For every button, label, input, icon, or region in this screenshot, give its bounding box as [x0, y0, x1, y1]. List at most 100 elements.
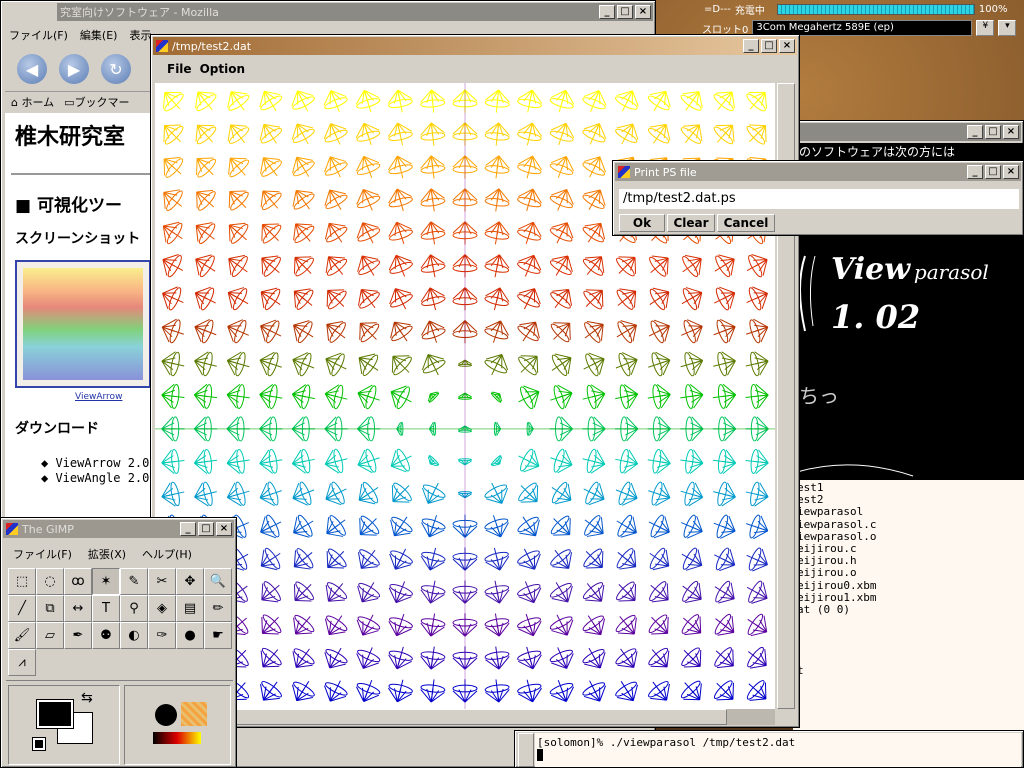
- fuzzy-select-tool[interactable]: ✶: [92, 568, 120, 595]
- terminal-area[interactable]: [solomon]% ./viewparasol /tmp/test2.dat: [535, 733, 1021, 767]
- parasol-glyph: [517, 548, 541, 570]
- parasol-glyph: [291, 448, 315, 474]
- gimp-menu-file[interactable]: ファイル(F): [13, 546, 72, 562]
- scissors-tool[interactable]: ✂: [148, 568, 176, 595]
- crop-icon: ╱: [18, 601, 26, 616]
- clear-button[interactable]: Clear: [667, 214, 715, 232]
- maximize-button[interactable]: □: [617, 5, 633, 19]
- gradient-preview[interactable]: [153, 732, 201, 744]
- default-colors-icon[interactable]: [32, 737, 46, 751]
- brush-pattern-area[interactable]: [124, 685, 231, 765]
- ellipse-select-tool[interactable]: ◌: [36, 568, 64, 595]
- horizontal-scrollbar[interactable]: [155, 709, 775, 725]
- convolve-tool[interactable]: ◐: [120, 622, 148, 649]
- flip-tool[interactable]: ↔: [64, 595, 92, 622]
- parasol-glyph: [616, 514, 637, 538]
- text-tool[interactable]: T: [92, 595, 120, 622]
- ok-button[interactable]: Ok: [619, 214, 665, 232]
- thumbnail-link[interactable]: ViewArrow: [75, 392, 155, 402]
- menu-file[interactable]: ファイル(F): [9, 27, 68, 43]
- close-button[interactable]: ×: [779, 39, 795, 53]
- bezier-select-tool[interactable]: ✎: [120, 568, 148, 595]
- viewparasol-titlebar[interactable]: /tmp/test2.dat _ □ ×: [153, 37, 797, 55]
- mozilla-titlebar[interactable]: 究室向けソフトウェア - Mozilla _ □ ×: [57, 3, 653, 21]
- parasol-glyph: [647, 384, 671, 410]
- download-item[interactable]: ◆ ViewArrow 2.01: [41, 456, 155, 470]
- gimp-menu-help[interactable]: ヘルプ(H): [142, 546, 192, 562]
- maximize-button[interactable]: □: [985, 165, 1001, 179]
- parasol-glyph: [583, 289, 604, 310]
- parasol-glyph: [293, 514, 314, 538]
- parasol-glyph: [388, 221, 413, 244]
- reload-icon[interactable]: ↻: [101, 54, 131, 84]
- lasso-tool[interactable]: ꝏ: [64, 568, 92, 595]
- maximize-button[interactable]: □: [198, 522, 214, 536]
- paintbrush-tool[interactable]: 🖌: [8, 622, 36, 649]
- info-titlebar[interactable]: _ □ ×: [796, 123, 1021, 141]
- maximize-button[interactable]: □: [985, 125, 1001, 139]
- minimize-button[interactable]: _: [743, 39, 759, 53]
- pencil-tool[interactable]: ✏: [204, 595, 232, 622]
- close-button[interactable]: ×: [216, 522, 232, 536]
- parasol-glyph: [549, 222, 574, 244]
- zoom-tool[interactable]: 🔍: [204, 568, 232, 595]
- home-bookmark[interactable]: ⌂ ホーム: [11, 94, 54, 110]
- parasol-glyph: [162, 221, 183, 245]
- gimp-menu-extensions[interactable]: 拡張(X): [88, 546, 126, 562]
- close-button[interactable]: ×: [1003, 125, 1019, 139]
- back-icon[interactable]: ◀: [17, 54, 47, 84]
- parasol-glyph: [615, 352, 638, 377]
- eject-button[interactable]: ¥: [976, 20, 995, 36]
- minimize-button[interactable]: _: [967, 125, 983, 139]
- bucket-fill-tool[interactable]: ◈: [148, 595, 176, 622]
- crop-tool[interactable]: ╱: [8, 595, 36, 622]
- menu-edit[interactable]: 編集(E): [80, 27, 118, 43]
- nav-toolbar: ◀ ▶ ↻: [5, 49, 155, 89]
- filename-input[interactable]: /tmp/test2.dat.ps: [619, 189, 1019, 209]
- color-selector[interactable]: ⇆: [8, 685, 120, 765]
- minimize-button[interactable]: _: [599, 5, 615, 19]
- gimp-titlebar[interactable]: The GIMP _ □ ×: [3, 520, 234, 538]
- download-item[interactable]: ◆ ViewAngle 2.00: [41, 471, 155, 485]
- eraser-tool[interactable]: ▱: [36, 622, 64, 649]
- color-picker-tool[interactable]: ⚲: [120, 595, 148, 622]
- terminal-scrollbar[interactable]: [518, 733, 534, 767]
- bookmarks-button[interactable]: ▭ブックマー: [64, 94, 129, 110]
- horizontal-scroll-thumb[interactable]: [155, 709, 727, 725]
- blend-tool[interactable]: ▤: [176, 595, 204, 622]
- close-button[interactable]: ×: [635, 5, 651, 19]
- airbrush-tool[interactable]: ✒: [64, 622, 92, 649]
- close-button[interactable]: ×: [1003, 165, 1019, 179]
- measure-tool[interactable]: ⩘: [8, 649, 36, 676]
- screenshot-thumbnail[interactable]: [15, 260, 151, 388]
- print-dialog-titlebar[interactable]: Print PS file _ □ ×: [615, 163, 1021, 181]
- move-tool[interactable]: ✥: [176, 568, 204, 595]
- parasol-glyph: [615, 90, 639, 112]
- parasol-glyph: [326, 548, 347, 569]
- minimize-button[interactable]: _: [180, 522, 196, 536]
- pattern-preview[interactable]: [181, 702, 207, 726]
- dodge-burn-tool[interactable]: ●: [176, 622, 204, 649]
- viewparasol-menubar: File Option: [167, 62, 245, 76]
- parasol-glyph: [680, 383, 704, 409]
- ink-tool[interactable]: ✑: [148, 622, 176, 649]
- maximize-button[interactable]: □: [761, 39, 777, 53]
- foreground-color-swatch[interactable]: [36, 699, 74, 729]
- smudge-tool[interactable]: ☛: [204, 622, 232, 649]
- zoom-icon: 🔍: [209, 574, 227, 589]
- swap-colors-icon[interactable]: ⇆: [81, 690, 93, 706]
- menu-button[interactable]: ▾: [998, 20, 1017, 36]
- parasol-glyph: [420, 221, 446, 245]
- menu-option[interactable]: Option: [200, 62, 245, 76]
- parasol-glyph: [420, 155, 446, 179]
- measure-icon: ⩘: [18, 655, 26, 670]
- minimize-button[interactable]: _: [967, 165, 983, 179]
- brush-preview[interactable]: [155, 704, 177, 726]
- cancel-button[interactable]: Cancel: [717, 214, 775, 232]
- rect-select-tool[interactable]: ⬚: [8, 568, 36, 595]
- transform-tool[interactable]: ⧉: [36, 595, 64, 622]
- menu-file[interactable]: File: [167, 62, 192, 76]
- forward-icon[interactable]: ▶: [59, 54, 89, 84]
- menu-view[interactable]: 表示: [129, 27, 151, 43]
- clone-tool[interactable]: ⚉: [92, 622, 120, 649]
